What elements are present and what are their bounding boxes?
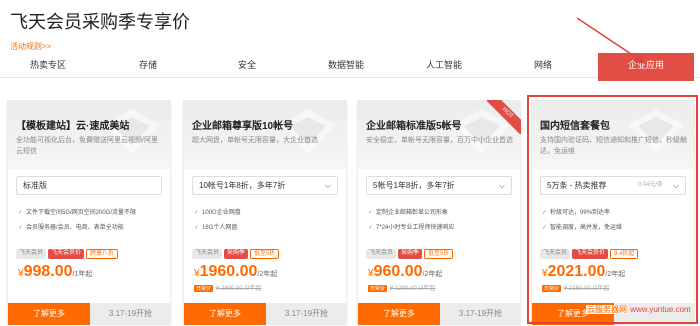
category-tabbar: 热卖专区 存储 安全 数据智能 人工智能 网络 企业应用: [0, 53, 700, 81]
tab-data-intelligence[interactable]: 数据智能: [298, 53, 394, 78]
member-price-tag: 飞天会员价: [48, 249, 85, 259]
member-tag: 飞天会员: [16, 249, 47, 259]
learn-more-button[interactable]: 了解更多: [8, 303, 90, 325]
check-icon: ✓: [18, 210, 24, 216]
price: ¥960.00/2年起: [368, 263, 443, 280]
tab-ai[interactable]: 人工智能: [396, 53, 492, 78]
discount-tag: 跨享八折: [86, 249, 119, 259]
sale-date-button[interactable]: 3.17-19开抢: [440, 303, 521, 325]
card-description: 全功能可视化后台，免費赠送阿里云视频/阿里云短信: [16, 137, 158, 155]
check-icon: ✓: [368, 225, 374, 231]
check-icon: ✓: [18, 225, 24, 231]
check-icon: ✓: [368, 210, 374, 216]
sale-date-button[interactable]: 3.17-19开抢: [266, 303, 347, 325]
sale-date-button[interactable]: 3.17-19开抢: [90, 303, 171, 325]
feature-item: ✓ 16G个人网盘: [194, 225, 238, 231]
season-tag: 采购季: [398, 249, 423, 259]
daily-price-badge: 日常价: [194, 285, 214, 292]
learn-more-button[interactable]: 了解更多: [184, 303, 266, 325]
tab-security[interactable]: 安全: [199, 53, 295, 78]
card-description: 超大网盘，单帐号无限容量，大企业首选: [192, 137, 318, 144]
chevron-down-icon: ⌵: [498, 181, 505, 190]
card-title: 企业邮箱标准版5帐号: [366, 121, 462, 132]
tab-network[interactable]: 网络: [495, 53, 591, 78]
card-title: 企业邮箱尊享版10帐号: [192, 121, 294, 132]
check-icon: ✓: [194, 210, 200, 216]
product-card-email-standard: 企业邮箱标准版5帐号 安全稳定，单帐号无限容量，百万中小企业首选 HOT 5帐号…: [357, 100, 521, 325]
feature-item: ✓ 100G企业网盘: [194, 210, 241, 216]
activity-rules-link[interactable]: 活动规则>>: [10, 41, 51, 52]
card-description: 安全稳定，单帐号无限容量，百万中小企业首选: [366, 137, 513, 144]
discount-tag: 低至5折: [424, 249, 454, 259]
discount-tag: 低至5折: [250, 249, 280, 259]
feature-item: ✓ 7*24小时专业工程师快速响应: [368, 225, 455, 231]
feature-item: ✓ 会员服务器/会员、电商、表单全功能: [18, 225, 124, 231]
member-tag: 飞天会员: [192, 249, 223, 259]
tab-enterprise-apps[interactable]: 企业应用: [598, 53, 694, 81]
card-title: 【模板建站】云·速成美站: [16, 121, 130, 132]
feature-item: ✓ 文件下载空间5G/网页空间200G/流量不限: [18, 210, 137, 216]
original-price: 日常价 ¥ 1200.00 /2年起: [368, 285, 436, 292]
plan-select[interactable]: 10帐号1年8折，多年7折 ⌵: [192, 176, 338, 195]
plan-select-value: 10帐号1年8折，多年7折: [199, 181, 286, 190]
tag-row: 飞天会员 采购季 低至5折: [192, 249, 281, 259]
product-card-email-premium: 企业邮箱尊享版10帐号 超大网盘，单帐号无限容量，大企业首选 10帐号1年8折，…: [183, 100, 347, 325]
tag-row: 飞天会员 飞天会员价 跨享八折: [16, 249, 120, 259]
tab-hot[interactable]: 热卖专区: [0, 53, 96, 78]
feature-item: ✓ 定制企业邮箱彰显公司形象: [368, 210, 449, 216]
card-header: 企业邮箱尊享版10帐号 超大网盘，单帐号无限容量，大企业首选: [184, 101, 346, 169]
check-icon: ✓: [194, 225, 200, 231]
price: ¥1960.00/2年起: [194, 263, 278, 280]
tag-row: 飞天会员 采购季 低至5折: [366, 249, 455, 259]
tab-storage[interactable]: 存储: [100, 53, 196, 78]
season-tag: 采购季: [224, 249, 249, 259]
highlight-box: [527, 95, 698, 324]
product-card-website-builder: 【模板建站】云·速成美站 全功能可视化后台，免費赠送阿里云视频/阿里云短信 标准…: [7, 100, 171, 325]
chevron-down-icon: ⌵: [324, 181, 331, 190]
daily-price-badge: 日常价: [368, 285, 388, 292]
plan-select[interactable]: 5帐号1年8折，多年7折 ⌵: [366, 176, 512, 195]
card-header: 【模板建站】云·速成美站 全功能可视化后台，免費赠送阿里云视频/阿里云短信: [8, 101, 170, 169]
price: ¥998.00/1年起: [18, 263, 93, 280]
member-tag: 飞天会员: [366, 249, 397, 259]
hot-ribbon: HOT: [487, 100, 521, 134]
original-price: 日常价 ¥ 2800.00 /2年起: [194, 285, 262, 292]
watermark: 云服务器网 www.yuntue.com: [586, 305, 691, 314]
page-title: 飞天会员采购季专享价: [10, 12, 190, 32]
plan-select[interactable]: 标准版: [16, 176, 162, 195]
plan-select-value: 5帐号1年8折，多年7折: [373, 181, 455, 190]
learn-more-button[interactable]: 了解更多: [358, 303, 440, 325]
plan-select-value: 标准版: [23, 181, 47, 190]
